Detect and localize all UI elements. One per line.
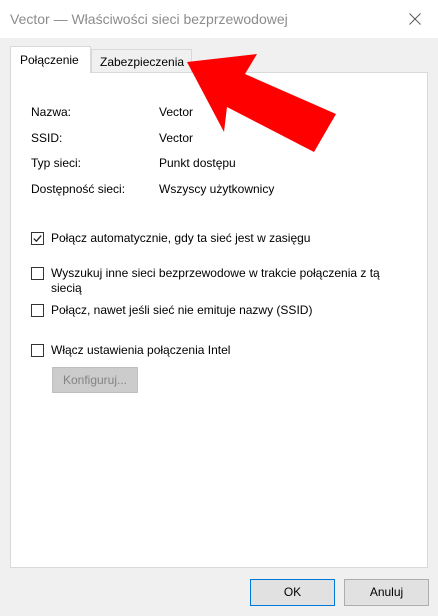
name-label: Nazwa: [31, 105, 72, 119]
title-bar: Vector — Właściwości sieci bezprzewodowe… [0, 0, 438, 38]
ssid-value: Vector [159, 131, 194, 145]
window-title: Vector — Właściwości sieci bezprzewodowe… [10, 11, 288, 27]
close-button[interactable] [392, 0, 438, 38]
tab-security[interactable]: Zabezpieczenia [91, 49, 192, 72]
close-icon [409, 13, 421, 25]
network-availability-value: Wszyscy użytkownicy [159, 182, 275, 196]
intel-settings-label: Włącz ustawienia połączenia Intel [51, 343, 231, 357]
auto-connect-label: Połącz automatycznie, gdy ta sieć jest w… [51, 231, 311, 245]
network-type-value: Punkt dostępu [159, 156, 236, 170]
intel-settings-checkbox[interactable] [31, 344, 44, 357]
search-other-networks-label: Wyszukuj inne sieci bezprzewodowe w trak… [51, 266, 380, 295]
tab-security-label: Zabezpieczenia [100, 55, 185, 69]
tab-connection-label: Połączenie [20, 53, 79, 67]
tab-panel-connection: Nazwa: Vector SSID: Vector Typ sieci: Pu… [10, 72, 428, 568]
cancel-button[interactable]: Anuluj [344, 579, 429, 606]
hidden-ssid-label: Połącz, nawet jeśli sieć nie emituje naz… [51, 303, 313, 317]
search-other-networks-checkbox[interactable] [31, 267, 44, 280]
configure-button: Konfiguruj... [52, 367, 138, 393]
name-value: Vector [159, 105, 194, 119]
network-availability-label: Dostępność sieci: [31, 182, 126, 196]
hidden-ssid-checkbox[interactable] [31, 304, 44, 317]
tab-connection[interactable]: Połączenie [10, 46, 91, 73]
checkmark-icon [33, 235, 42, 243]
auto-connect-checkbox[interactable] [31, 232, 44, 245]
ssid-label: SSID: [31, 131, 63, 145]
ok-button[interactable]: OK [250, 579, 335, 606]
network-type-label: Typ sieci: [31, 156, 82, 170]
properties-dialog: Vector — Właściwości sieci bezprzewodowe… [0, 0, 438, 616]
